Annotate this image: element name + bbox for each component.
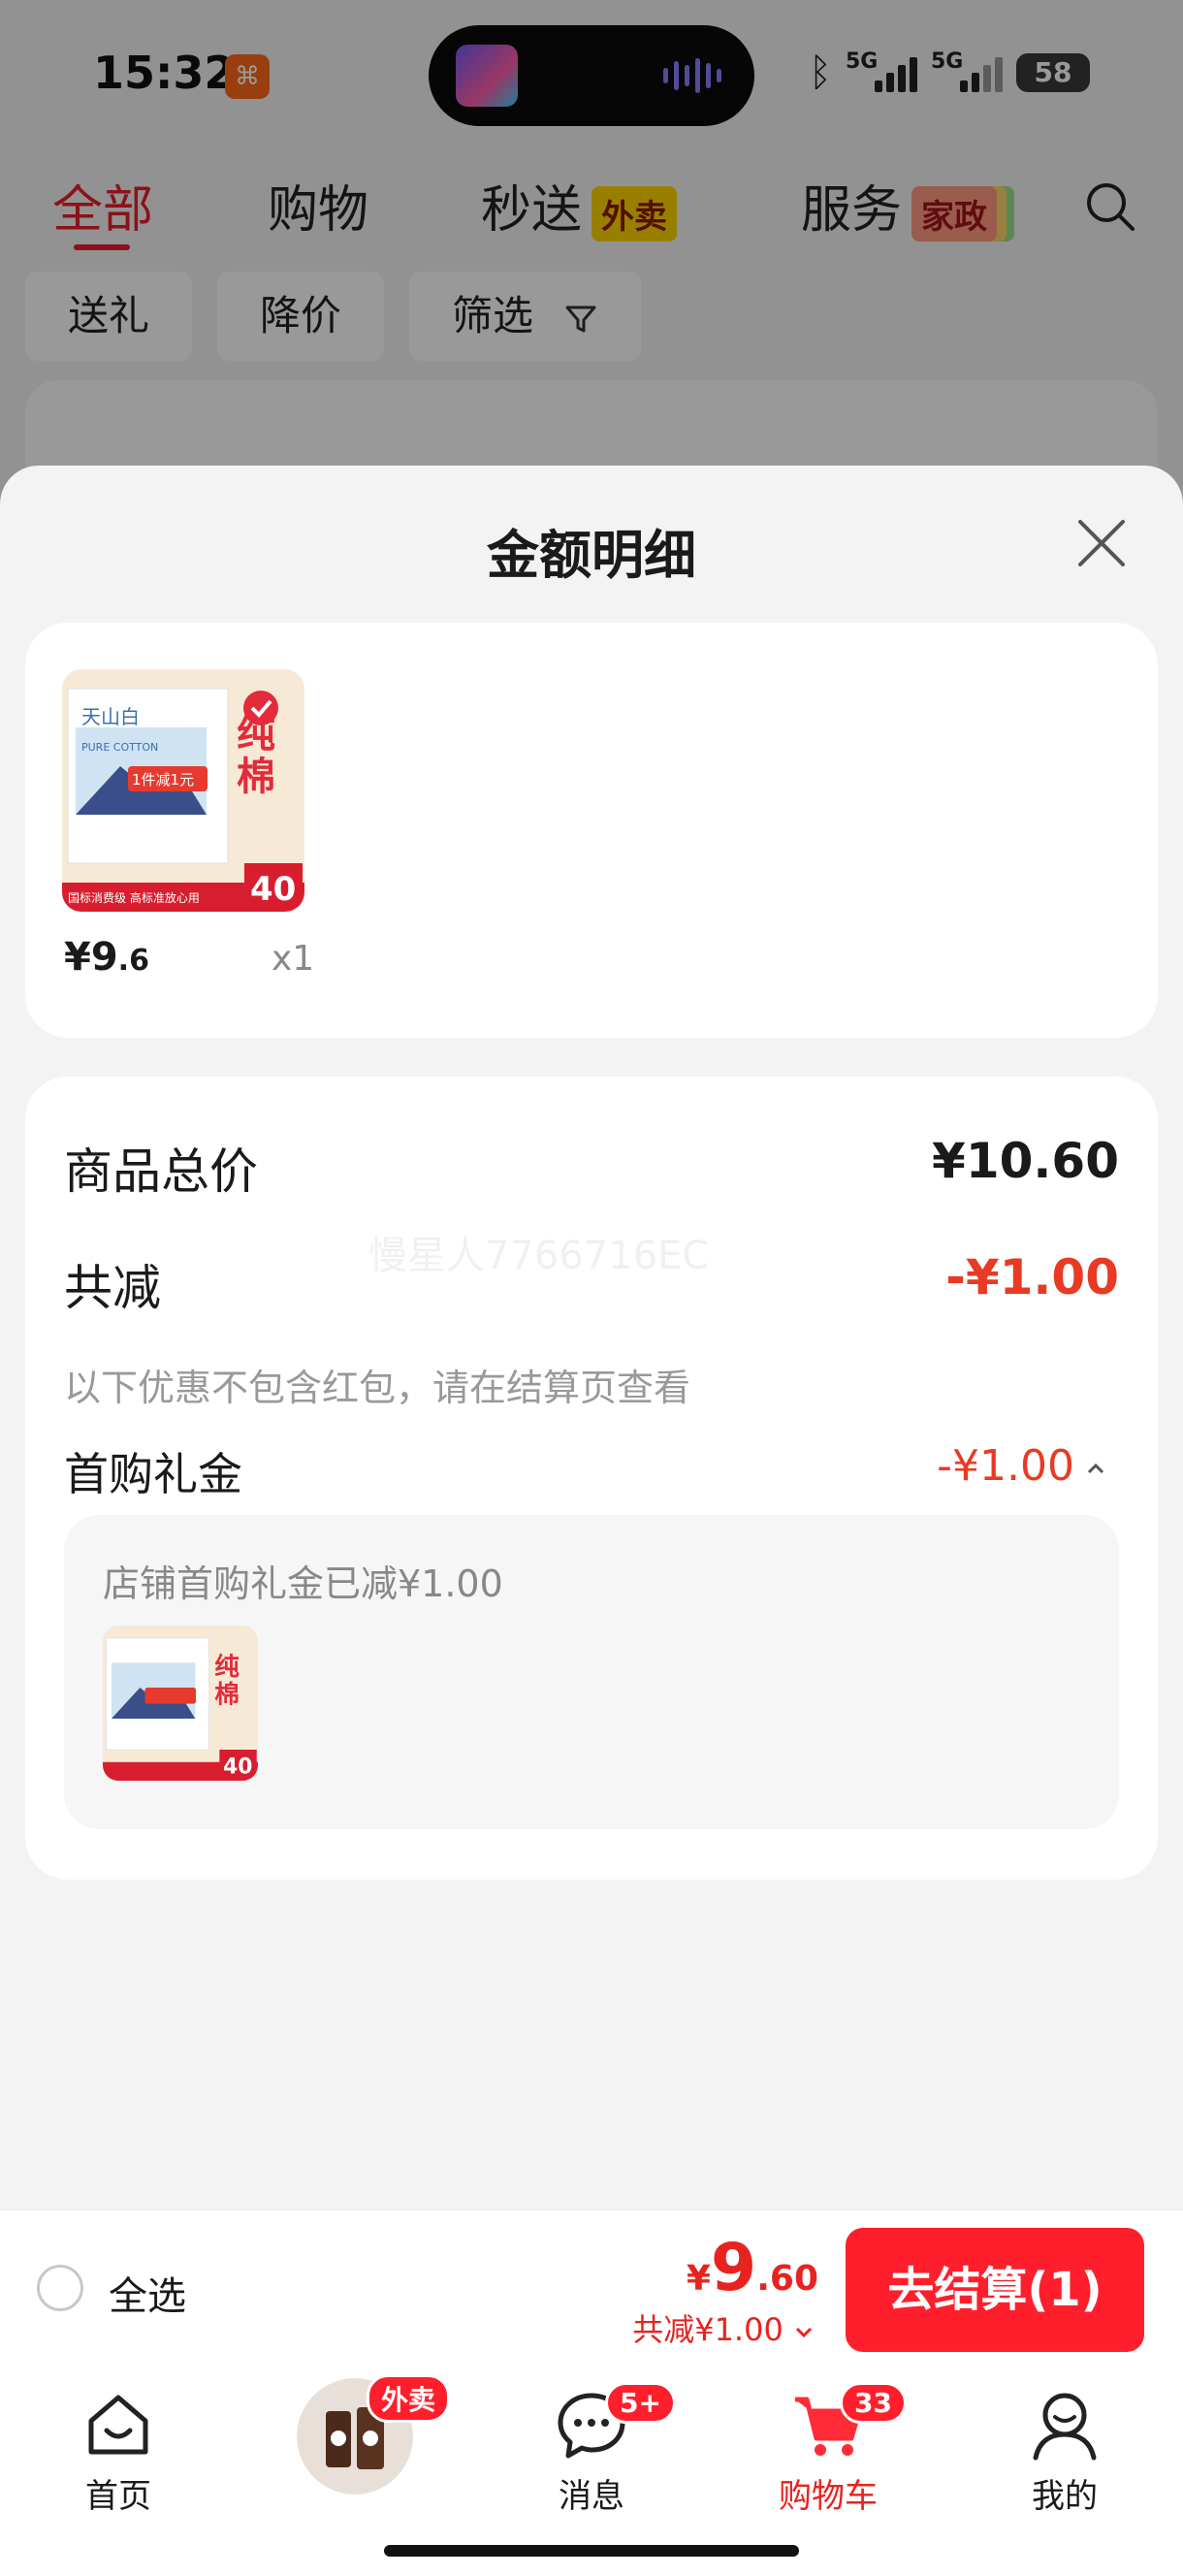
product-promo-text: 1件减1元 — [132, 771, 194, 789]
messages-badge: 5+ — [605, 2382, 676, 2424]
gift-detail-text: 店铺首购礼金已减¥1.00 — [103, 1562, 503, 1605]
gift-detail-box: 店铺首购礼金已减¥1.00 纯 棉 40 — [64, 1515, 1119, 1829]
total-price-value: ¥10.60 — [932, 1133, 1119, 1189]
gift-product-image: 纯 棉 40 — [103, 1626, 258, 1781]
product-image-art: 天山白 PURE COTTON 1件减1元 纯 棉 国标消费级 高标准放心用 4… — [62, 669, 304, 912]
nav-profile-label: 我的 — [1032, 2477, 1098, 2516]
product-count-text: 40 — [250, 870, 296, 909]
nav-messages[interactable]: 5+ 消息 — [504, 2382, 679, 2517]
nav-takeout[interactable]: 外卖 — [268, 2374, 451, 2495]
select-all-label[interactable]: 全选 — [109, 2265, 186, 2321]
svg-text:棉: 棉 — [214, 1680, 240, 1709]
svg-text:40: 40 — [223, 1755, 252, 1779]
select-all-checkbox[interactable] — [37, 2265, 83, 2311]
takeout-badge: 外卖 — [367, 2374, 451, 2423]
nav-profile[interactable]: 我的 — [977, 2386, 1152, 2517]
price-summary-card: 商品总价 ¥10.60 共减 -¥1.00 以下优惠不包含红包，请在结算页查看 … — [25, 1077, 1158, 1880]
discount-note: 以下优惠不包含红包，请在结算页查看 — [64, 1367, 691, 1409]
price-decimal: .60 — [756, 2259, 818, 2299]
product-quantity: x1 — [272, 939, 315, 979]
price-integer: 9 — [710, 2230, 757, 2306]
home-indicator — [384, 2545, 799, 2557]
nav-messages-label: 消息 — [559, 2477, 624, 2516]
total-discount-value: -¥1.00 — [945, 1249, 1119, 1305]
discount-summary-text: 共减¥1.00 — [632, 2311, 783, 2348]
product-price-int: ¥9 — [64, 935, 118, 980]
close-icon[interactable] — [1072, 514, 1131, 572]
checkout-button[interactable]: 去结算(1) — [846, 2228, 1144, 2352]
total-discount-label: 共减 — [64, 1260, 161, 1316]
nav-cart-label: 购物车 — [779, 2477, 878, 2516]
nav-cart[interactable]: 33 购物车 — [741, 2382, 915, 2517]
sheet-title: 金额明细 — [487, 525, 696, 586]
product-price: ¥9.6 — [64, 935, 149, 980]
product-image[interactable]: 天山白 PURE COTTON 1件减1元 纯 棉 国标消费级 高标准放心用 4… — [62, 669, 304, 912]
home-icon — [88, 2395, 148, 2455]
chevron-up-icon — [1087, 1463, 1104, 1474]
first-purchase-gift-label: 首购礼金 — [64, 1448, 242, 1500]
first-purchase-gift-value: -¥1.00 — [937, 1441, 1074, 1491]
product-price-dec: .6 — [117, 944, 149, 978]
price-currency: ¥ — [686, 2259, 711, 2299]
product-note-text: 国标消费级 高标准放心用 — [68, 890, 200, 905]
checkout-bar: 全选 ¥9.60 共减¥1.00 去结算(1) — [0, 2209, 1183, 2366]
product-series-text: PURE COTTON — [81, 741, 158, 754]
gift-product-image-art: 纯 棉 40 — [103, 1626, 258, 1781]
checkout-total-price: ¥9.60 — [687, 2230, 818, 2306]
user-icon — [1033, 2393, 1097, 2461]
nav-home[interactable]: 首页 — [31, 2386, 206, 2517]
svg-text:纯: 纯 — [214, 1652, 240, 1682]
first-purchase-gift-toggle[interactable]: -¥1.00 — [937, 1441, 1107, 1491]
product-brand-text: 天山白 — [81, 705, 140, 728]
discount-summary-toggle[interactable]: 共减¥1.00 — [632, 2305, 815, 2350]
total-price-label: 商品总价 — [64, 1143, 258, 1200]
user-watermark: 慢星人7766716EC — [368, 1234, 710, 1278]
product-card: 天山白 PURE COTTON 1件减1元 纯 棉 国标消费级 高标准放心用 4… — [25, 623, 1158, 1038]
cart-badge: 33 — [840, 2382, 907, 2424]
chevron-down-icon — [795, 2327, 813, 2338]
product-side-text-2: 棉 — [237, 755, 275, 799]
nav-home-label: 首页 — [85, 2477, 151, 2516]
